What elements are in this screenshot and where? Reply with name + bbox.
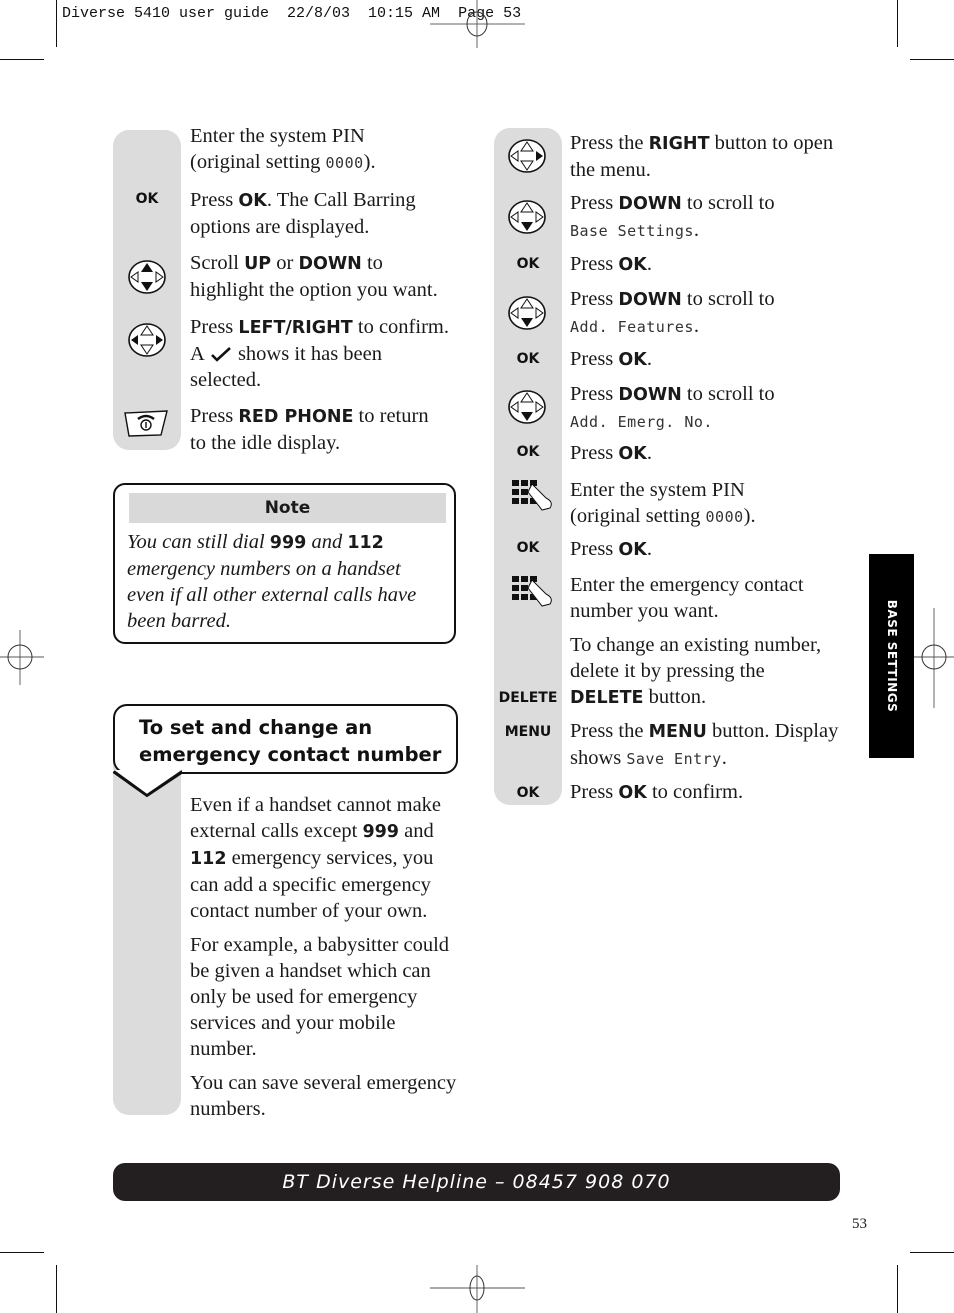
section-body: Even if a handset cannot make external c… [190,792,470,1122]
step-press-ok: Press OK. [570,538,652,560]
navigation-down-icon [508,296,546,330]
note-title: Note [129,493,446,523]
section-rail [113,760,181,1115]
crop-mark [56,0,57,47]
crop-mark [897,1265,898,1313]
step-scroll-base-settings: Press DOWN to scroll to Base Settings. [570,192,775,241]
step-press-right: Press the RIGHT button to open the menu. [570,132,834,181]
crop-mark [897,0,898,47]
navigation-left-right-icon [128,323,166,357]
crop-mark [56,1265,57,1313]
step-scroll-add-emerg: Press DOWN to scroll to Add. Emerg. No. [570,383,775,431]
crop-mark [0,59,44,60]
step-press-ok: Press OK. [570,442,652,464]
step-delete-existing: To change an existing number, delete it … [570,634,822,708]
step-press-ok: Press OK. The Call Barring options are d… [190,189,416,238]
section-title: To set and change an emergency contact nu… [139,716,442,766]
paragraph: Even if a handset cannot make external c… [190,794,442,922]
navigation-down-icon [508,390,546,424]
lcd-text: Add. Features [570,318,694,336]
ok-key-label: OK [516,351,540,367]
paragraph: You can save several emergency numbers. [190,1072,457,1120]
step-scroll-add-features: Press DOWN to scroll to Add. Features. [570,288,775,337]
section-heading-box: To set and change an emergency contact nu… [113,704,458,774]
step-press-ok: Press OK. [570,253,652,275]
crop-mark [0,1252,44,1253]
ok-key-label: OK [516,444,540,460]
paragraph: For example, a babysitter could be given… [190,934,450,1060]
step-red-phone: Press RED PHONE to return to the idle di… [190,405,429,454]
section-side-tab: BASE SETTINGS [869,554,914,758]
registration-mark-icon [430,0,525,48]
step-enter-pin: Enter the system PIN (original setting 0… [570,479,756,527]
step-enter-number: Enter the emergency contact number you w… [570,574,804,622]
keypad-hand-icon [512,480,552,511]
step-left-right-confirm: Press LEFT/RIGHT to confirm. A shows it … [190,316,449,391]
ok-key-label: OK [516,256,540,272]
keypad-hand-icon [512,576,552,607]
helpline-banner: BT Diverse Helpline – 08457 908 070 [113,1163,840,1201]
note-box: Note You can still dial 999 and 112 emer… [113,483,456,644]
crop-mark [910,1252,954,1253]
step-press-ok-confirm: Press OK to confirm. [570,781,744,803]
lcd-text: Base Settings [570,222,694,240]
callout-pointer-cover [114,770,182,797]
step-scroll-up-down: Scroll UP or DOWN to highlight the optio… [190,252,438,301]
navigation-right-icon [508,139,546,173]
registration-mark-icon [910,608,954,708]
ok-key-label: OK [516,785,540,801]
pin-display: 0000 [325,154,364,172]
lcd-text: Add. Emerg. No. [570,413,713,431]
step-press-ok: Press OK. [570,348,652,370]
ok-key-label: OK [516,540,540,556]
menu-key-label: MENU [504,724,552,740]
navigation-up-down-icon [128,260,166,294]
ok-key-label: OK [135,191,159,207]
crop-mark [910,59,954,60]
pin-display: 0000 [705,508,744,526]
registration-mark-icon [430,1265,525,1313]
step-press-menu: Press the MENU button. Display shows Sav… [570,720,839,769]
delete-key-label: DELETE [498,690,558,706]
checkmark-icon [210,347,231,362]
note-text: You can still dial 999 and 112 emergency… [127,531,417,632]
page-number: 53 [852,1216,867,1232]
lcd-text: Save Entry [626,750,722,768]
navigation-down-icon [508,200,546,234]
red-phone-icon [124,410,168,437]
registration-mark-icon [0,630,44,685]
step-enter-pin: Enter the system PIN (original setting 0… [190,125,376,173]
